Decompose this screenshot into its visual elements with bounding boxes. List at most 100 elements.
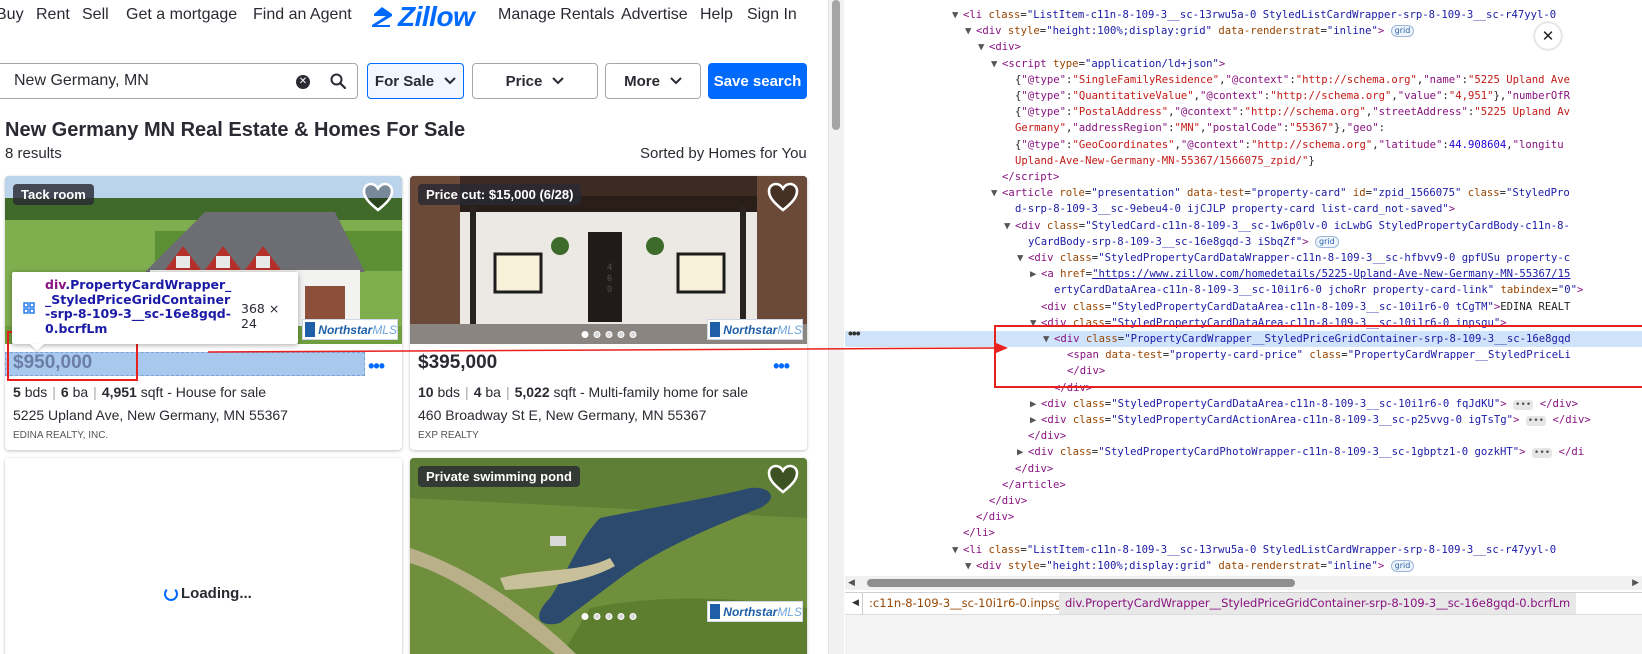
carousel-dot[interactable] xyxy=(617,331,624,338)
more-filter-button[interactable]: More xyxy=(605,63,701,99)
horizontal-scrollbar[interactable]: ◀ ▶ xyxy=(845,576,1642,590)
breadcrumb-item-selected[interactable]: div.PropertyCardWrapper__StyledPriceGrid… xyxy=(1059,593,1577,614)
nav-sell[interactable]: Sell xyxy=(82,6,109,24)
for-sale-filter-button[interactable]: For Sale xyxy=(367,63,464,99)
dom-node[interactable]: ▶ <div class="StyledPropertyCardActionAre… xyxy=(845,412,1591,428)
dom-node[interactable]: ▼ <div class="StyledPropertyCardDataWrapp… xyxy=(845,250,1570,266)
property-photo[interactable]: Price cut: $15,000 (6/28) 460 NorthstarM… xyxy=(410,176,807,344)
carousel-dot[interactable] xyxy=(581,331,588,338)
dom-node[interactable]: {"@type":"QuantitativeValue","@context":… xyxy=(845,88,1570,104)
close-icon[interactable]: ✕ xyxy=(1535,23,1561,49)
clear-search-icon[interactable]: ✕ xyxy=(296,75,310,89)
scroll-right-icon[interactable]: ▶ xyxy=(1632,576,1639,590)
expand-toggle-icon[interactable]: ▼ xyxy=(978,39,989,55)
gutter-more-icon[interactable]: ••• xyxy=(848,325,861,341)
carousel-dot[interactable] xyxy=(605,331,612,338)
search-input[interactable]: New Germany, MN ✕ xyxy=(0,63,358,99)
dom-node[interactable]: ▼ <li class="ListItem-c11n-8-109-3__sc-13… xyxy=(845,542,1556,558)
dom-node[interactable]: </div> xyxy=(845,428,1066,444)
page-scrollbar-thumb[interactable] xyxy=(832,0,840,130)
search-icon[interactable] xyxy=(330,73,346,89)
expand-toggle-icon[interactable]: ▼ xyxy=(952,7,963,23)
dom-node[interactable]: {"@type":"SingleFamilyResidence","@conte… xyxy=(845,72,1570,88)
carousel-dot[interactable] xyxy=(605,613,612,620)
expand-toggle-icon[interactable]: ▶ xyxy=(1017,444,1028,460)
dom-node[interactable]: ▼ <div style="height:100%;display:grid" d… xyxy=(845,23,1415,39)
dom-node[interactable]: </li> xyxy=(845,525,995,541)
nav-mortgage[interactable]: Get a mortgage xyxy=(126,6,237,24)
nav-buy[interactable]: Buy xyxy=(0,6,24,24)
expand-toggle-icon[interactable]: ▼ xyxy=(965,23,976,39)
northstar-mls-logo: NorthstarMLS xyxy=(302,319,398,340)
nav-rent[interactable]: Rent xyxy=(36,6,70,24)
nav-advertise[interactable]: Advertise xyxy=(621,6,688,24)
dom-node[interactable]: </div> xyxy=(845,509,1014,525)
carousel-dot[interactable] xyxy=(617,613,624,620)
dom-node[interactable]: ▼ <script type="application/ld+json"> xyxy=(845,56,1225,72)
dom-node[interactable]: </div> xyxy=(845,493,1027,509)
expand-toggle-icon[interactable]: ▼ xyxy=(965,558,976,574)
more-options-icon[interactable]: ••• xyxy=(368,356,385,377)
expand-toggle-icon[interactable]: ▼ xyxy=(1017,250,1028,266)
chevron-down-icon xyxy=(444,77,456,85)
nav-manage-rentals[interactable]: Manage Rentals xyxy=(498,6,615,24)
photo-carousel-dots[interactable] xyxy=(581,613,636,620)
expand-toggle-icon[interactable]: ▼ xyxy=(991,185,1002,201)
dom-node[interactable]: </div> xyxy=(845,461,1053,477)
expand-toggle-icon[interactable]: ▼ xyxy=(952,542,963,558)
dom-node[interactable]: {"@type":"GeoCoordinates","@context":"ht… xyxy=(845,137,1564,153)
carousel-dot[interactable] xyxy=(593,331,600,338)
dom-node[interactable]: ▼ <li class="ListItem-c11n-8-109-3__sc-13… xyxy=(845,7,1556,23)
photo-carousel-dots[interactable] xyxy=(581,331,636,338)
property-photo[interactable]: Private swimming pond NorthstarMLS xyxy=(410,458,807,654)
save-search-button[interactable]: Save search xyxy=(708,63,807,99)
dom-node[interactable]: d-srp-8-109-3__sc-9ebeu4-0 ijCJLP proper… xyxy=(845,201,1455,217)
spinner-icon xyxy=(164,586,178,601)
expand-toggle-icon[interactable]: ▶ xyxy=(1030,266,1041,282)
carousel-dot[interactable] xyxy=(629,613,636,620)
expand-toggle-icon[interactable]: ▶ xyxy=(1030,412,1041,428)
dom-node[interactable]: </article> xyxy=(845,477,1066,493)
dom-node[interactable]: Germany","addressRegion":"MN","postalCod… xyxy=(845,120,1385,136)
scroll-left-icon[interactable]: ◀ xyxy=(848,576,855,590)
expand-toggle-icon[interactable]: ▼ xyxy=(1004,218,1015,234)
dom-node[interactable]: ▶ <div class="StyledPropertyCardPhotoWrap… xyxy=(845,444,1584,460)
breadcrumb-back-icon[interactable]: ◀ xyxy=(849,593,863,614)
nav-help[interactable]: Help xyxy=(700,6,733,24)
zillow-logo[interactable]: Zillow xyxy=(370,1,475,33)
sort-dropdown[interactable]: Sorted by Homes for You xyxy=(640,145,807,162)
dom-node[interactable]: ▶ <a href="https://www.zillow.com/homedet… xyxy=(845,266,1570,282)
nav-sign-in[interactable]: Sign In xyxy=(747,6,797,24)
price-filter-button[interactable]: Price xyxy=(472,63,598,99)
dom-node[interactable]: ▼ <article role="presentation" data-test=… xyxy=(845,185,1570,201)
dom-node[interactable]: yCardBody-srp-8-109-3__sc-16e8gqd-3 iSbq… xyxy=(845,234,1339,250)
listing-price[interactable]: $395,000 xyxy=(418,352,497,374)
heart-icon[interactable] xyxy=(767,182,799,212)
horizontal-scrollbar-thumb[interactable] xyxy=(867,579,1295,587)
dom-node[interactable]: ▼ <div style="height:100%;display:grid" d… xyxy=(845,558,1415,574)
expand-toggle-icon[interactable]: ▼ xyxy=(991,56,1002,72)
expand-toggle-icon[interactable]: ▶ xyxy=(1030,396,1041,412)
dom-node[interactable]: Upland-Ave-New-Germany-MN-55367/1566075_… xyxy=(845,153,1315,169)
carousel-dot[interactable] xyxy=(629,331,636,338)
breadcrumb-item[interactable]: :c11n-8-109-3__sc-10i1r6-0.inpsgu xyxy=(863,593,1075,614)
dom-node[interactable]: </script> xyxy=(845,169,1059,185)
heart-icon[interactable] xyxy=(767,464,799,494)
dom-node[interactable]: ▼ <div> xyxy=(845,39,1021,55)
listing-address[interactable]: 5225 Upland Ave, New Germany, MN 55367 xyxy=(13,407,288,423)
heart-icon[interactable] xyxy=(362,182,394,212)
dom-node[interactable]: ▼ <div class="StyledCard-c11n-8-109-3__sc… xyxy=(845,218,1570,234)
listing-address[interactable]: 460 Broadway St E, New Germany, MN 55367 xyxy=(418,407,706,423)
dom-node[interactable]: <div class="StyledPropertyCardDataArea-c… xyxy=(845,299,1570,315)
carousel-dot[interactable] xyxy=(593,613,600,620)
property-card[interactable]: Price cut: $15,000 (6/28) 460 NorthstarM… xyxy=(410,176,807,450)
page-scrollbar[interactable] xyxy=(828,0,844,654)
more-options-icon[interactable]: ••• xyxy=(773,356,790,377)
dom-node[interactable]: ertyCardDataArea-c11n-8-109-3__sc-10i1r6… xyxy=(845,282,1583,298)
property-card[interactable]: Private swimming pond NorthstarMLS xyxy=(410,458,807,654)
dom-node[interactable]: {"@type":"PostalAddress","@context":"htt… xyxy=(845,104,1570,120)
devtools-elements-panel: ▼ <li class="ListItem-c11n-8-109-3__sc-13… xyxy=(845,0,1642,654)
dom-node[interactable]: ▶ <div class="StyledPropertyCardDataArea-… xyxy=(845,396,1578,412)
nav-find-agent[interactable]: Find an Agent xyxy=(253,6,352,24)
carousel-dot[interactable] xyxy=(581,613,588,620)
